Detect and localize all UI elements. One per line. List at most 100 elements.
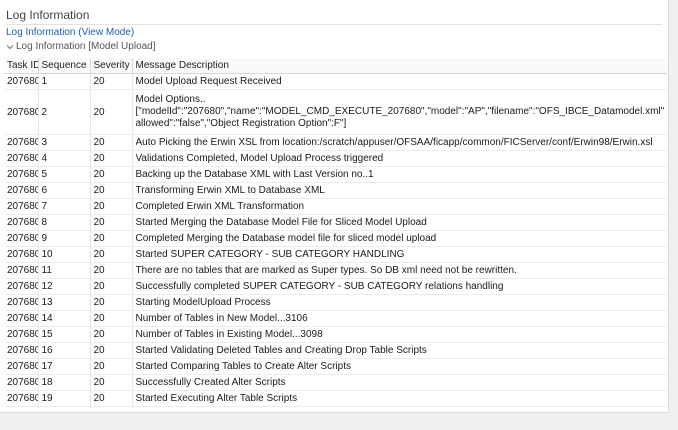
message-line: Validations Completed, Model Upload Proc…	[135, 152, 384, 164]
table-row[interactable]: 2076802020Completed Executing Alter Tabl…	[4, 406, 667, 408]
task-id-cell: 207680	[4, 310, 39, 327]
severity-cell: 20	[90, 73, 133, 90]
message-line: Started Executing Alter Table Scripts	[135, 392, 298, 404]
message-line: Successfully Created Alter Scripts	[135, 376, 286, 388]
sequence-cell: 12	[38, 278, 91, 295]
severity-cell: 20	[90, 294, 133, 311]
table-row[interactable]: 207680 9 20 Completed Merging the Database …	[4, 230, 667, 247]
panel-title: Log Information	[6, 8, 90, 22]
severity-cell: 20	[90, 406, 133, 408]
task-id-cell: 207680	[4, 374, 39, 391]
sequence-cell: 4	[38, 150, 91, 167]
table-row[interactable]: 207680 6 20 Transforming Erwin XML to Datab…	[4, 182, 667, 199]
table-header-row: Task ID Sequence Severity Message Descri…	[4, 58, 667, 74]
log-information-panel: Log Information Log Information (View Mo…	[0, 0, 669, 413]
task-id-cell: 207680	[4, 246, 39, 263]
table-row[interactable]: 207680 16 20 Started Validating Deleted Tab…	[4, 342, 667, 359]
column-header-task-id[interactable]: Task ID	[4, 58, 39, 74]
table-row[interactable]: 207680 5 20 Backing up the Database XML wit…	[4, 166, 667, 183]
message-description-cell: Model Options.. ["modelId":"207680","name…	[132, 89, 667, 135]
table-row[interactable]: 207680 15 20 Number of Tables in Existing M…	[4, 326, 667, 343]
severity-cell: 20	[90, 246, 133, 263]
title-divider	[6, 24, 662, 25]
log-table-body: 207680 1 20 Model Upload Request Received 20…	[4, 73, 667, 408]
severity-cell: 20	[90, 390, 133, 407]
task-id-cell: 207680	[4, 198, 39, 215]
table-row[interactable]: 207680 10 20 Started SUPER CATEGORY - SUB C…	[4, 246, 667, 263]
table-row[interactable]: 207680 2 20 Model Options.. ["modelId":"2076…	[4, 89, 667, 135]
task-id-cell: 207680	[4, 294, 39, 311]
message-line: Auto Picking the Erwin XSL from location…	[135, 136, 653, 148]
message-line: Backing up the Database XML with Last Ve…	[135, 168, 374, 180]
log-table-container[interactable]: Task ID Sequence Severity Message Descri…	[4, 58, 667, 408]
severity-cell: 20	[90, 134, 133, 151]
message-description-cell: Backing up the Database XML with Last Ve…	[132, 166, 667, 183]
table-row[interactable]: 207680 8 20 Started Merging the Database Mo…	[4, 214, 667, 231]
severity-cell: 20	[90, 89, 133, 135]
message-line: Number of Tables in Existing Model...309…	[135, 328, 323, 340]
sequence-cell: 11	[38, 262, 91, 279]
sequence-cell: 2	[38, 89, 91, 135]
task-id-cell: 207680	[4, 406, 39, 408]
column-header-severity[interactable]: Severity	[90, 58, 133, 74]
message-description-cell: Completed Erwin XML Transformation	[132, 198, 667, 215]
sequence-cell: 1	[38, 73, 91, 90]
table-row[interactable]: 207680 14 20 Number of Tables in New Model.…	[4, 310, 667, 327]
severity-cell: 20	[90, 182, 133, 199]
message-description-cell: Started Comparing Tables to Create Alter…	[132, 358, 667, 375]
message-description-cell: Started Executing Alter Table Scripts	[132, 390, 667, 407]
task-id-cell: 207680	[4, 278, 39, 295]
sequence-cell: 3	[38, 134, 91, 151]
message-line: Starting ModelUpload Process	[135, 296, 271, 308]
table-row[interactable]: 207680 1 20 Model Upload Request Received	[4, 73, 667, 90]
task-id-cell: 207680	[4, 326, 39, 343]
table-row[interactable]: 207680 17 20 Started Comparing Tables to Cr…	[4, 358, 667, 375]
severity-cell: 20	[90, 326, 133, 343]
message-line: ["modelId":"207680","name":"MODEL_CMD_EX…	[135, 106, 664, 117]
message-line: There are no tables that are marked as S…	[135, 264, 517, 276]
table-row[interactable]: 207680 3 20 Auto Picking the Erwin XSL from…	[4, 134, 667, 151]
sequence-cell: 20	[38, 406, 91, 408]
sequence-cell: 5	[38, 166, 91, 183]
table-row[interactable]: 207680 13 20 Starting ModelUpload Process	[4, 294, 667, 311]
severity-cell: 20	[90, 342, 133, 359]
column-header-message-description[interactable]: Message Description	[132, 58, 667, 74]
view-mode-link[interactable]: Log Information (View Mode)	[6, 27, 134, 38]
message-description-cell: Auto Picking the Erwin XSL from location…	[132, 134, 667, 151]
severity-cell: 20	[90, 358, 133, 375]
sequence-cell: 9	[38, 230, 91, 247]
message-line: Successfully completed SUPER CATEGORY - …	[135, 280, 504, 292]
message-line: Started SUPER CATEGORY - SUB CATEGORY HA…	[135, 248, 405, 260]
severity-cell: 20	[90, 150, 133, 167]
sequence-cell: 10	[38, 246, 91, 263]
severity-cell: 20	[90, 214, 133, 231]
task-id-cell: 207680	[4, 214, 39, 231]
sequence-cell: 15	[38, 326, 91, 343]
chevron-down-icon[interactable]	[6, 43, 14, 51]
severity-cell: 20	[90, 166, 133, 183]
severity-cell: 20	[90, 278, 133, 295]
task-id-cell: 207680	[4, 230, 39, 247]
column-header-sequence[interactable]: Sequence	[38, 58, 91, 74]
table-row[interactable]: 207680 11 20 There are no tables that are m…	[4, 262, 667, 279]
table-row[interactable]: 207680 4 20 Validations Completed, Model Up…	[4, 150, 667, 167]
task-id-cell: 207680	[4, 73, 39, 90]
message-line: Started Merging the Database Model File …	[135, 216, 427, 228]
severity-cell: 20	[90, 262, 133, 279]
table-row[interactable]: 207680 7 20 Completed Erwin XML Transformat…	[4, 198, 667, 215]
message-description-cell: Number of Tables in New Model...3106	[132, 310, 667, 327]
task-id-cell: 207680	[4, 182, 39, 199]
task-id-cell: 207680	[4, 150, 39, 167]
message-line: Started Validating Deleted Tables and Cr…	[135, 344, 427, 356]
sequence-cell: 18	[38, 374, 91, 391]
message-line: Transforming Erwin XML to Database XML	[135, 184, 325, 196]
section-header-model-upload[interactable]: Log Information [Model Upload]	[6, 41, 156, 52]
severity-cell: 20	[90, 198, 133, 215]
message-description-cell: Validations Completed, Model Upload Proc…	[132, 150, 667, 167]
table-row[interactable]: 207680 12 20 Successfully completed SUPER C…	[4, 278, 667, 295]
log-table: Task ID Sequence Severity Message Descri…	[4, 58, 667, 408]
task-id-cell: 207680	[4, 390, 39, 407]
table-row[interactable]: 207680 19 20 Started Executing Alter Table …	[4, 390, 667, 407]
message-line: Model Upload Request Received	[135, 75, 282, 87]
table-row[interactable]: 207680 18 20 Successfully Created Alter Scr…	[4, 374, 667, 391]
